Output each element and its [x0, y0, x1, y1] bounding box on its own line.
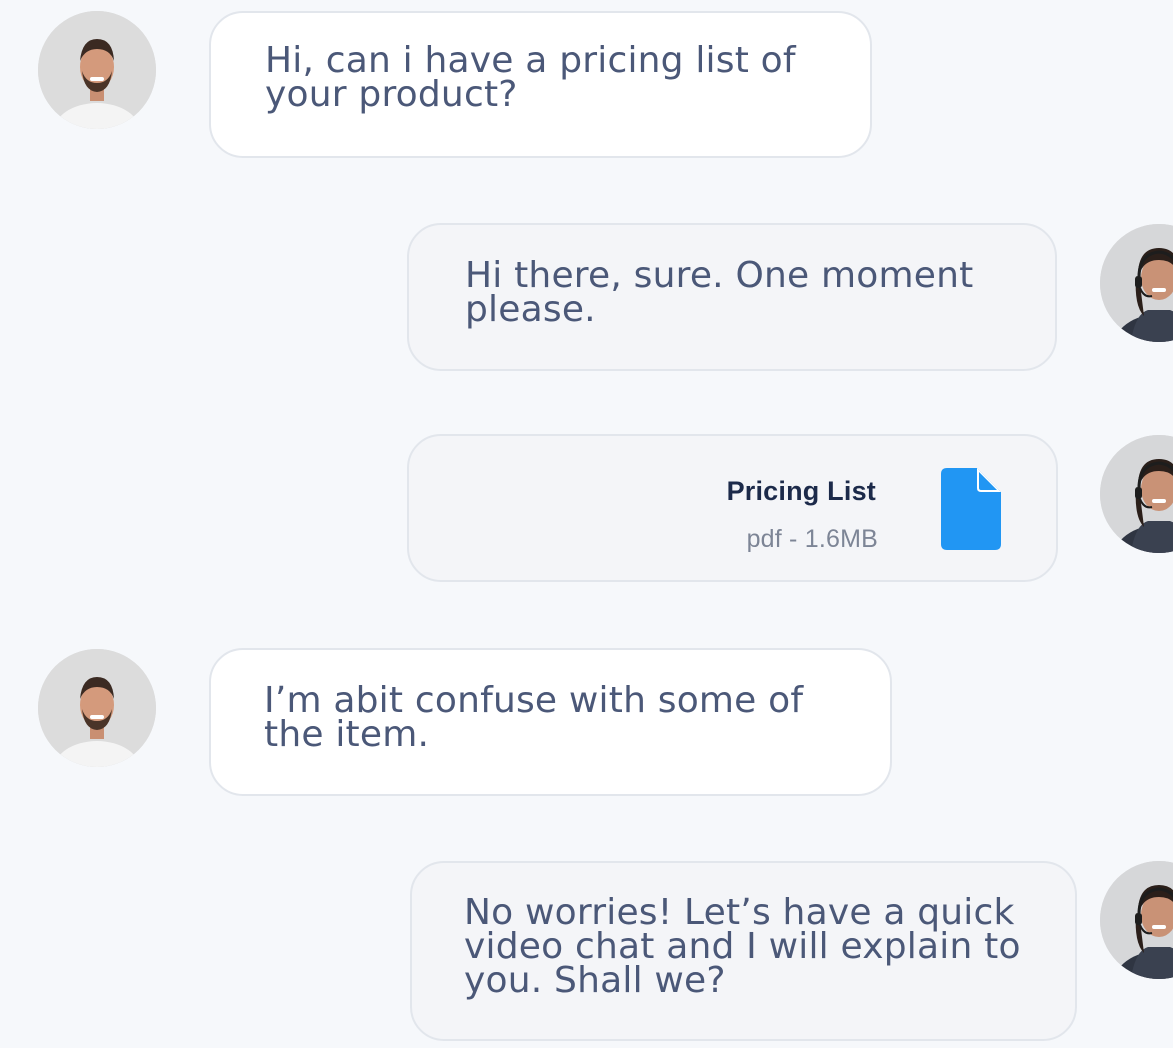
message-bubble-customer: I’m abit confuse with some of the item.	[209, 648, 892, 796]
chat-thread: Hi, can i have a pricing list of your pr…	[0, 0, 1173, 1048]
customer-avatar-image	[38, 649, 156, 767]
agent-avatar[interactable]	[1100, 861, 1173, 979]
agent-avatar[interactable]	[1100, 435, 1173, 553]
file-attachment-bubble[interactable]: Pricing List pdf - 1.6MB	[407, 434, 1058, 582]
file-meta: pdf - 1.6MB	[746, 525, 878, 553]
message-text: Hi there, sure. One moment please.	[465, 255, 974, 330]
message-bubble-agent: Hi there, sure. One moment please.	[407, 223, 1057, 371]
agent-avatar-image	[1100, 435, 1173, 553]
message-bubble-customer: Hi, can i have a pricing list of your pr…	[209, 11, 872, 158]
message-text: I’m abit confuse with some of the item.	[264, 680, 804, 755]
agent-avatar[interactable]	[1100, 224, 1173, 342]
customer-avatar-image	[38, 11, 156, 129]
agent-avatar-image	[1100, 861, 1173, 979]
agent-avatar-image	[1100, 224, 1173, 342]
customer-avatar[interactable]	[38, 649, 156, 767]
file-name: Pricing List	[726, 476, 876, 506]
file-icon[interactable]	[941, 468, 1001, 550]
message-text: Hi, can i have a pricing list of your pr…	[265, 40, 796, 115]
message-bubble-agent: No worries! Let’s have a quick video cha…	[410, 861, 1077, 1041]
customer-avatar[interactable]	[38, 11, 156, 129]
message-text: No worries! Let’s have a quick video cha…	[464, 892, 1021, 1001]
